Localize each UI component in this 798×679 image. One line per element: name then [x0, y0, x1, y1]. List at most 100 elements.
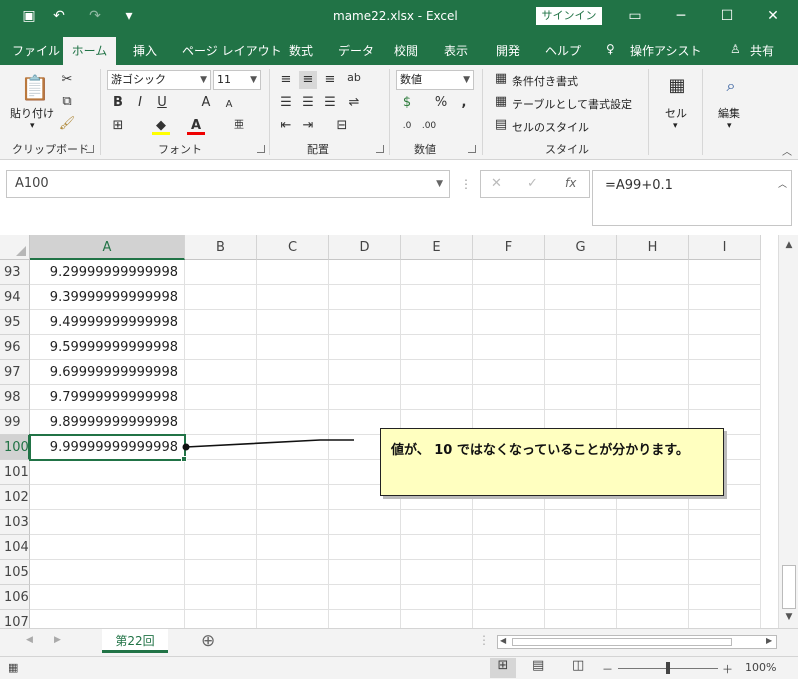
cell[interactable]	[473, 360, 545, 385]
cell[interactable]	[689, 585, 761, 610]
cell[interactable]	[329, 285, 401, 310]
cells-dropdown-icon[interactable]: ▾	[673, 121, 678, 131]
cell[interactable]	[545, 335, 617, 360]
cell[interactable]	[617, 385, 689, 410]
cell[interactable]	[185, 360, 257, 385]
cell[interactable]	[473, 385, 545, 410]
cell[interactable]	[185, 535, 257, 560]
align-middle-icon[interactable]: ≡	[299, 71, 317, 89]
cell[interactable]	[185, 460, 257, 485]
cell[interactable]	[617, 360, 689, 385]
row-header[interactable]: 104	[0, 535, 30, 560]
redo-icon[interactable]: ↷	[86, 7, 104, 25]
cell[interactable]	[257, 485, 329, 510]
row-header[interactable]: 97	[0, 360, 30, 385]
name-box[interactable]: A100 ▼	[6, 170, 450, 198]
cell[interactable]	[689, 610, 761, 628]
cell-a[interactable]	[30, 460, 185, 485]
decrease-font-icon[interactable]: A	[220, 96, 238, 114]
cell[interactable]	[545, 535, 617, 560]
cell[interactable]	[473, 310, 545, 335]
cell[interactable]	[473, 585, 545, 610]
cell[interactable]	[257, 310, 329, 335]
align-center-icon[interactable]: ☰	[299, 94, 317, 112]
wrap-text-icon[interactable]: ⇌	[345, 94, 363, 112]
cell[interactable]	[473, 260, 545, 285]
collapse-ribbon-icon[interactable]: ︿	[782, 143, 792, 158]
underline-button[interactable]: U	[153, 94, 171, 112]
cell[interactable]	[473, 610, 545, 628]
cell[interactable]	[257, 610, 329, 628]
cell[interactable]	[617, 585, 689, 610]
cells-icon[interactable]: ▦	[664, 73, 690, 99]
cell[interactable]	[329, 335, 401, 360]
cell[interactable]	[545, 285, 617, 310]
cells-button[interactable]: セル	[665, 105, 687, 121]
save-icon[interactable]: ▣	[20, 7, 38, 25]
fill-handle[interactable]	[181, 456, 187, 462]
cell[interactable]	[689, 535, 761, 560]
cell-a[interactable]: 9.29999999999998	[30, 260, 185, 285]
select-all-button[interactable]	[0, 235, 30, 260]
column-header-a[interactable]: A	[30, 235, 185, 260]
cell[interactable]	[689, 285, 761, 310]
row-header[interactable]: 106	[0, 585, 30, 610]
cell[interactable]	[401, 385, 473, 410]
undo-icon[interactable]: ↶	[50, 7, 68, 25]
cell[interactable]	[617, 560, 689, 585]
tab-review[interactable]: 校閲	[394, 42, 418, 59]
align-right-icon[interactable]: ☰	[321, 94, 339, 112]
cell[interactable]	[473, 560, 545, 585]
cell[interactable]	[185, 310, 257, 335]
decrease-indent-icon[interactable]: ⇤	[277, 117, 295, 135]
minimize-button[interactable]: ─	[658, 4, 704, 28]
tab-help[interactable]: ヘルプ	[545, 42, 581, 59]
cell[interactable]	[185, 410, 257, 435]
cell-a[interactable]: 9.39999999999998	[30, 285, 185, 310]
cell[interactable]	[257, 585, 329, 610]
row-header[interactable]: 101	[0, 460, 30, 485]
cell[interactable]	[185, 560, 257, 585]
cell-a[interactable]	[30, 535, 185, 560]
column-header-c[interactable]: C	[257, 235, 329, 260]
cell-a[interactable]	[30, 485, 185, 510]
cell-a[interactable]	[30, 610, 185, 628]
tab-file[interactable]: ファイル	[12, 42, 60, 59]
cell[interactable]	[401, 510, 473, 535]
cell[interactable]	[401, 360, 473, 385]
cell[interactable]	[617, 335, 689, 360]
cell[interactable]	[401, 610, 473, 628]
zoom-in-button[interactable]: ＋	[722, 661, 733, 677]
cell[interactable]	[545, 310, 617, 335]
conditional-formatting-button[interactable]: 条件付き書式	[512, 73, 578, 89]
cell[interactable]	[185, 260, 257, 285]
cancel-entry-icon[interactable]: ✕	[491, 176, 502, 191]
font-launcher-icon[interactable]	[257, 145, 265, 153]
cell[interactable]	[401, 535, 473, 560]
cell[interactable]	[401, 335, 473, 360]
cell[interactable]	[257, 510, 329, 535]
cell[interactable]	[257, 460, 329, 485]
zoom-level[interactable]: 100%	[745, 661, 776, 674]
increase-indent-icon[interactable]: ⇥	[299, 117, 317, 135]
cell[interactable]	[329, 560, 401, 585]
editing-button[interactable]: 編集	[718, 105, 740, 121]
comma-style-icon[interactable]: ,	[455, 94, 473, 112]
macro-record-icon[interactable]: ▦	[8, 661, 18, 674]
format-as-table-button[interactable]: テーブルとして書式設定	[512, 96, 632, 112]
row-header[interactable]: 103	[0, 510, 30, 535]
column-header-g[interactable]: G	[545, 235, 617, 260]
row-header[interactable]: 94	[0, 285, 30, 310]
cell[interactable]	[329, 535, 401, 560]
expand-formula-bar-icon[interactable]: ︿	[778, 177, 787, 190]
tab-developer[interactable]: 開発	[496, 42, 520, 59]
font-color-icon[interactable]: A	[187, 117, 205, 135]
cell[interactable]	[257, 535, 329, 560]
search-icon[interactable]: ⌕	[718, 73, 744, 99]
horizontal-scrollbar[interactable]: ◀ ▶	[497, 635, 777, 649]
tab-view[interactable]: 表示	[444, 42, 468, 59]
cell-a[interactable]: 9.59999999999998	[30, 335, 185, 360]
align-left-icon[interactable]: ☰	[277, 94, 295, 112]
cell[interactable]	[257, 385, 329, 410]
prev-sheet-icon[interactable]: ◀	[26, 635, 33, 645]
